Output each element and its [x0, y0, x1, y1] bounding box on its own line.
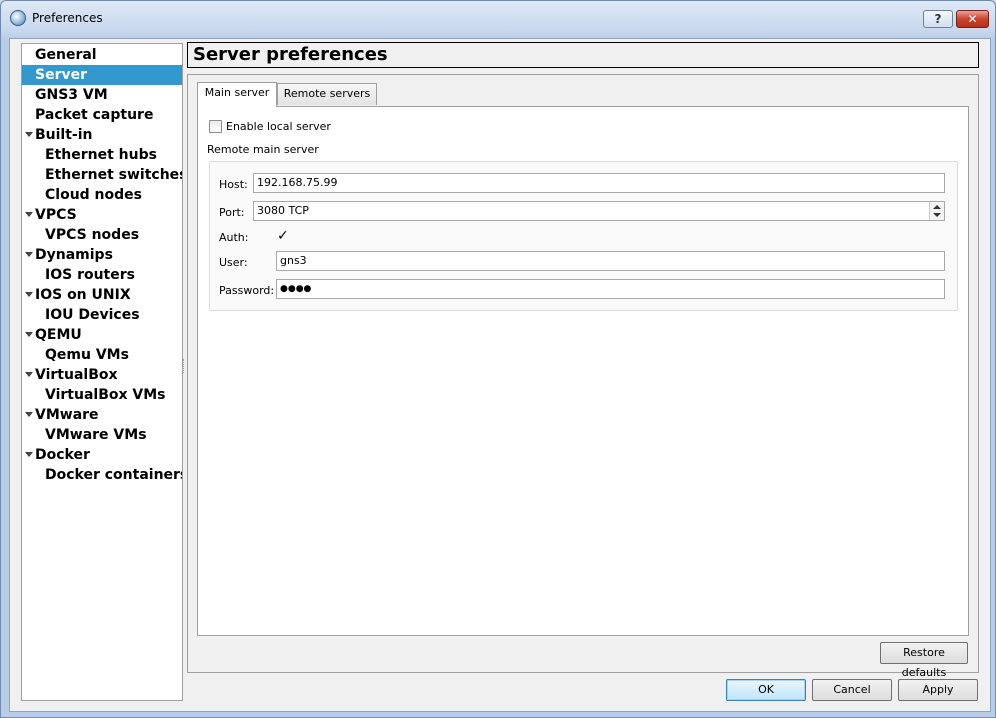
sidebar-item-server[interactable]: Server [22, 65, 182, 85]
expand-arrow-icon[interactable] [25, 252, 33, 257]
sidebar-item-vpcs[interactable]: VPCS [22, 205, 182, 225]
sidebar-item-label: VirtualBox VMs [45, 387, 166, 403]
enable-local-server-checkbox[interactable] [209, 120, 222, 133]
ok-button[interactable]: OK [726, 679, 806, 701]
sidebar-item-ios-on-unix[interactable]: IOS on UNIX [22, 285, 182, 305]
sidebar-item-label: VPCS nodes [45, 227, 140, 243]
page-title: Server preferences [193, 44, 388, 65]
sidebar-item-virtualbox-vms[interactable]: VirtualBox VMs [22, 385, 182, 405]
remote-main-server-group: Host: 192.168.75.99 Port: 3080 TCP Auth:… [209, 161, 958, 311]
sidebar-item-built-in[interactable]: Built-in [22, 125, 182, 145]
sidebar-item-vmware-vms[interactable]: VMware VMs [22, 425, 182, 445]
user-input[interactable]: gns3 [276, 251, 945, 271]
expand-arrow-icon[interactable] [25, 332, 33, 337]
dialog-body: General Server GNS3 VM Packet capture Built-… [9, 38, 991, 712]
sidebar-item-label: VirtualBox [35, 367, 118, 383]
sidebar-item-label: IOS on UNIX [35, 287, 131, 303]
host-input[interactable]: 192.168.75.99 [253, 173, 945, 193]
sidebar-item-docker[interactable]: Docker [22, 445, 182, 465]
sidebar-item-label: Server [35, 67, 88, 83]
spin-down-icon[interactable] [933, 213, 941, 217]
sidebar-item-iou-devices[interactable]: IOU Devices [22, 305, 182, 325]
user-label: User: [219, 256, 248, 269]
expand-arrow-icon[interactable] [25, 292, 33, 297]
port-label: Port: [219, 206, 245, 219]
sidebar-item-label: IOU Devices [45, 307, 140, 323]
close-button[interactable]: ✕ [956, 10, 989, 28]
help-button[interactable]: ? [923, 10, 953, 28]
preferences-nav-tree[interactable]: General Server GNS3 VM Packet capture Built-… [21, 43, 183, 701]
port-value: 3080 TCP [257, 204, 309, 217]
sidebar-item-label: General [35, 47, 97, 63]
auth-label: Auth: [219, 231, 249, 244]
expand-arrow-icon[interactable] [25, 452, 33, 457]
sidebar-item-virtualbox[interactable]: VirtualBox [22, 365, 182, 385]
port-spin-buttons[interactable] [929, 202, 944, 220]
password-input[interactable]: ●●●● [276, 279, 945, 299]
tab-main-server[interactable]: Main server [197, 82, 277, 107]
sidebar-item-qemu[interactable]: QEMU [22, 325, 182, 345]
sidebar-item-dynamips[interactable]: Dynamips [22, 245, 182, 265]
spin-up-icon[interactable] [933, 205, 941, 209]
window-title: Preferences [32, 11, 103, 25]
sidebar-item-ios-routers[interactable]: IOS routers [22, 265, 182, 285]
sidebar-item-gns3-vm[interactable]: GNS3 VM [22, 85, 182, 105]
sidebar-item-label: Built-in [35, 127, 93, 143]
sidebar-item-general[interactable]: General [22, 45, 182, 65]
gns3-app-icon [10, 10, 26, 26]
sidebar-item-vpcs-nodes[interactable]: VPCS nodes [22, 225, 182, 245]
sidebar-item-label: Ethernet switches [45, 167, 183, 183]
sidebar-item-label: Qemu VMs [45, 347, 129, 363]
tab-page-main-server: Enable local server Remote main server H… [197, 106, 969, 636]
tab-remote-servers[interactable]: Remote servers [277, 83, 377, 105]
sidebar-item-label: Packet capture [35, 107, 154, 123]
host-label: Host: [219, 178, 248, 191]
title-bar: Preferences ? ✕ [1, 1, 995, 37]
port-spinbox[interactable]: 3080 TCP [253, 201, 945, 221]
sidebar-item-label: VPCS [35, 207, 77, 223]
page-header: Server preferences [187, 42, 979, 68]
sidebar-item-label: GNS3 VM [35, 87, 108, 103]
sidebar-item-label: Docker containers [45, 467, 183, 483]
sidebar-item-label: QEMU [35, 327, 82, 343]
expand-arrow-icon[interactable] [25, 412, 33, 417]
sidebar-item-label: Ethernet hubs [45, 147, 157, 163]
expand-arrow-icon[interactable] [25, 212, 33, 217]
sidebar-item-ethernet-switches[interactable]: Ethernet switches [22, 165, 182, 185]
enable-local-server-label: Enable local server [226, 120, 331, 133]
sidebar-item-label: VMware [35, 407, 99, 423]
sidebar-item-docker-containers[interactable]: Docker containers [22, 465, 182, 485]
cancel-button[interactable]: Cancel [812, 679, 892, 701]
password-label: Password: [219, 284, 275, 297]
sidebar-item-label: IOS routers [45, 267, 135, 283]
preferences-window: Preferences ? ✕ General Server GNS3 VM Pack… [0, 0, 996, 718]
sidebar-item-vmware[interactable]: VMware [22, 405, 182, 425]
sidebar-item-label: Docker [35, 447, 90, 463]
sidebar-item-label: Cloud nodes [45, 187, 142, 203]
remote-main-server-label: Remote main server [207, 143, 319, 156]
sidebar-item-cloud-nodes[interactable]: Cloud nodes [22, 185, 182, 205]
expand-arrow-icon[interactable] [25, 372, 33, 377]
auth-checkbox[interactable]: ✓ [277, 229, 289, 243]
expand-arrow-icon[interactable] [25, 132, 33, 137]
sidebar-item-qemu-vms[interactable]: Qemu VMs [22, 345, 182, 365]
apply-button[interactable]: Apply [898, 679, 978, 701]
sidebar-item-ethernet-hubs[interactable]: Ethernet hubs [22, 145, 182, 165]
sidebar-item-label: VMware VMs [45, 427, 147, 443]
sidebar-item-label: Dynamips [35, 247, 113, 263]
sidebar-item-packet-capture[interactable]: Packet capture [22, 105, 182, 125]
restore-defaults-button[interactable]: Restore defaults [880, 642, 968, 679]
